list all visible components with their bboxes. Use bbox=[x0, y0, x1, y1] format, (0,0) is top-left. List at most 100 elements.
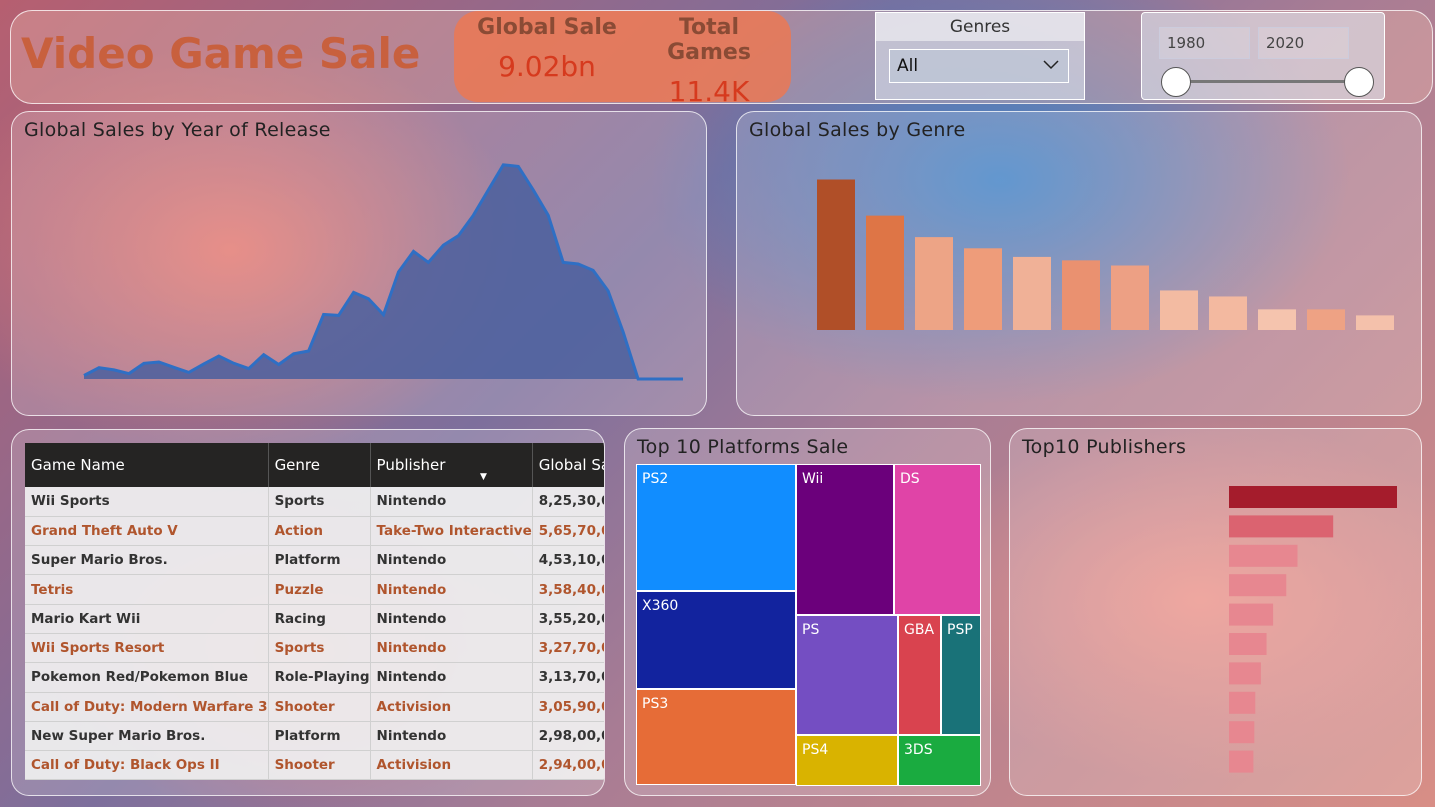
genre-bar bbox=[866, 215, 904, 330]
kpi-label: Global Sale bbox=[477, 15, 617, 40]
cell-global-sale: 5,65,70,000.00 bbox=[532, 516, 604, 547]
year-slider-end-handle[interactable] bbox=[1344, 67, 1374, 97]
chevron-down-icon bbox=[1043, 60, 1059, 70]
column-header-game-name[interactable]: Game Name bbox=[25, 443, 269, 487]
kpi-card: Global Sale 9.02bn Total Games 11.4K bbox=[454, 11, 791, 104]
publisher-bar bbox=[1229, 603, 1274, 626]
cell-game-name: Wii Sports Resort bbox=[25, 633, 269, 664]
genre-bar bbox=[1258, 309, 1296, 330]
treemap-tile-ds[interactable]: DS bbox=[894, 464, 981, 615]
publisher-bar bbox=[1229, 515, 1334, 538]
genre-bar bbox=[817, 179, 855, 330]
genre-dropdown[interactable]: All bbox=[889, 49, 1069, 83]
table-row[interactable]: Mario Kart WiiRacingNintendo3,55,20,000.… bbox=[25, 604, 604, 634]
cell-publisher: Activision bbox=[370, 750, 533, 781]
kpi-value: 11.4K bbox=[668, 75, 750, 104]
table-row[interactable]: TetrisPuzzleNintendo3,58,40,000.00 bbox=[25, 574, 604, 605]
cell-global-sale: 3,13,70,000.00 bbox=[532, 662, 604, 693]
cell-genre: Racing bbox=[268, 604, 371, 634]
header-bar: Video Game Sale Global Sale 9.02bn Total… bbox=[10, 10, 1433, 104]
cell-game-name: Tetris bbox=[25, 574, 269, 605]
cell-publisher: Nintendo bbox=[370, 574, 533, 605]
publisher-bar bbox=[1229, 662, 1261, 685]
cell-global-sale: 8,25,30,000.00 bbox=[532, 487, 604, 517]
year-sales-chart: Global Sales by Year of Release bbox=[11, 111, 707, 416]
chart-title: Top 10 Platforms Sale bbox=[637, 436, 849, 458]
treemap-tile-ps3[interactable]: PS3 bbox=[636, 689, 796, 785]
table-row[interactable]: Wii Sports ResortSportsNintendo3,27,70,0… bbox=[25, 633, 604, 664]
genre-bar bbox=[964, 248, 1002, 330]
column-header-genre[interactable]: Genre bbox=[268, 443, 371, 487]
cell-genre: Action bbox=[268, 516, 371, 547]
year-slider-track[interactable] bbox=[1175, 80, 1361, 83]
cell-genre: Sports bbox=[268, 487, 371, 517]
treemap-tile-x360[interactable]: X360 bbox=[636, 591, 796, 689]
treemap-tile-psp[interactable]: PSP bbox=[941, 615, 981, 735]
year-start-input[interactable]: 1980 bbox=[1159, 27, 1250, 59]
treemap-tile-gba[interactable]: GBA bbox=[898, 615, 941, 735]
cell-genre: Shooter bbox=[268, 692, 371, 722]
kpi-value: 9.02bn bbox=[498, 50, 596, 83]
cell-global-sale: 2,98,00,000.00 bbox=[532, 721, 604, 752]
cell-publisher: Take-Two Interactive bbox=[370, 516, 533, 547]
platform-sales-treemap-panel: Top 10 Platforms Sale PS2 X360 PS3 Wii DS PS G… bbox=[624, 428, 991, 796]
cell-publisher: Nintendo bbox=[370, 604, 533, 634]
year-slider-start-handle[interactable] bbox=[1161, 67, 1191, 97]
genre-bar bbox=[1013, 256, 1051, 330]
table-row[interactable]: Wii SportsSportsNintendo8,25,30,000.00 bbox=[25, 487, 604, 517]
genre-bar bbox=[1062, 260, 1100, 330]
cell-genre: Platform bbox=[268, 545, 371, 576]
cell-game-name: Wii Sports bbox=[25, 487, 269, 517]
genre-bar bbox=[1307, 309, 1345, 330]
table-row[interactable]: Grand Theft Auto V Action Take-Two Interac… bbox=[25, 516, 604, 547]
publisher-bar-chart[interactable] bbox=[1010, 429, 1422, 796]
treemap-tile-ps[interactable]: PS bbox=[796, 615, 898, 735]
kpi-label: Total Games bbox=[667, 15, 751, 65]
genre-bar bbox=[1356, 315, 1394, 330]
table-row[interactable]: Call of Duty: Black Ops II Shooter Activis… bbox=[25, 750, 604, 781]
cell-publisher: Nintendo bbox=[370, 633, 533, 664]
table-row[interactable]: Call of Duty: Modern Warfare 3 Shooter Act… bbox=[25, 692, 604, 722]
cell-genre: Platform bbox=[268, 721, 371, 752]
publisher-sales-chart: Top10 Publishers bbox=[1009, 428, 1422, 796]
cell-global-sale: 4,53,10,000.00 bbox=[532, 545, 604, 576]
cell-global-sale: 3,05,90,000.00 bbox=[532, 692, 604, 722]
genre-slicer-label: Genres bbox=[876, 13, 1084, 41]
publisher-bar bbox=[1229, 721, 1255, 744]
genre-bar-chart[interactable] bbox=[737, 112, 1422, 416]
year-area-chart[interactable] bbox=[12, 112, 707, 416]
table-row[interactable]: New Super Mario Bros. Platform Nintendo 2,9… bbox=[25, 721, 604, 752]
treemap-tile-wii[interactable]: Wii bbox=[796, 464, 894, 615]
platform-treemap: PS2 X360 PS3 Wii DS PS GBA PSP PS4 3DS bbox=[636, 464, 982, 786]
table-row[interactable]: Super Mario Bros. Platform Nintendo 4,53,10… bbox=[25, 545, 604, 576]
genre-bar bbox=[915, 237, 953, 330]
genre-slicer: Genres All bbox=[875, 12, 1085, 100]
year-end-input[interactable]: 2020 bbox=[1258, 27, 1349, 59]
cell-publisher: Nintendo bbox=[370, 721, 533, 752]
publisher-bar bbox=[1229, 691, 1256, 714]
cell-game-name: Pokemon Red/Pokemon Blue bbox=[25, 662, 269, 693]
cell-game-name: Super Mario Bros. bbox=[25, 545, 269, 576]
cell-global-sale: 3,55,20,000.00 bbox=[532, 604, 604, 634]
treemap-tile-ps2[interactable]: PS2 bbox=[636, 464, 796, 591]
kpi-total-games: Total Games 11.4K bbox=[634, 15, 784, 104]
column-header-publisher[interactable]: Publisher bbox=[370, 443, 533, 487]
publisher-bar bbox=[1229, 486, 1397, 508]
cell-genre: Sports bbox=[268, 633, 371, 664]
cell-publisher: Activision bbox=[370, 692, 533, 722]
cell-game-name: Call of Duty: Modern Warfare 3 bbox=[25, 692, 269, 722]
treemap-tile-ps4[interactable]: PS4 bbox=[796, 735, 898, 786]
cell-genre: Role-Playing bbox=[268, 662, 371, 693]
publisher-bar bbox=[1229, 750, 1254, 773]
cell-publisher: Nintendo bbox=[370, 662, 533, 693]
genre-bar bbox=[1209, 296, 1247, 330]
treemap-tile-3ds[interactable]: 3DS bbox=[898, 735, 981, 786]
cell-game-name: Grand Theft Auto V bbox=[25, 516, 269, 547]
cell-publisher: Nintendo bbox=[370, 487, 533, 517]
sort-descending-icon: ▼ bbox=[480, 472, 487, 482]
genre-bar bbox=[1160, 290, 1198, 330]
column-header-global-sale[interactable]: Global Sale bbox=[532, 443, 604, 487]
table-row[interactable]: Pokemon Red/Pokemon Blue Role-Playing Nint… bbox=[25, 662, 604, 693]
cell-global-sale: 3,58,40,000.00 bbox=[532, 574, 604, 605]
cell-game-name: Call of Duty: Black Ops II bbox=[25, 750, 269, 781]
